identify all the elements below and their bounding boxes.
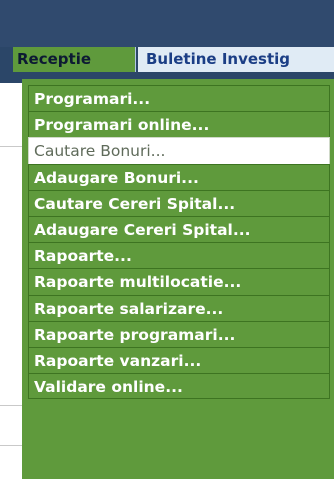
menu-item-cautare-bonuri[interactable]: Cautare Bonuri... [28, 137, 330, 164]
menu-buletine-investigatii[interactable]: Buletine Investig [138, 47, 334, 72]
background-divider [0, 405, 22, 406]
menu-receptie[interactable]: Receptie [13, 47, 136, 72]
menu-item-cautare-cereri-spital[interactable]: Cautare Cereri Spital... [28, 189, 330, 216]
menu-item-rapoarte-programari[interactable]: Rapoarte programari... [28, 320, 330, 347]
app-window: Receptie Buletine Investig Programari...… [0, 0, 334, 479]
menu-item-rapoarte-multilocatie[interactable]: Rapoarte multilocatie... [28, 268, 330, 295]
menu-item-rapoarte[interactable]: Rapoarte... [28, 242, 330, 269]
app-header-band [0, 0, 334, 47]
menu-item-programari[interactable]: Programari... [28, 85, 330, 112]
receptie-dropdown-menu: Programari... Programari online... Cauta… [22, 79, 334, 479]
menu-item-rapoarte-vanzari[interactable]: Rapoarte vanzari... [28, 346, 330, 374]
menu-item-programari-online[interactable]: Programari online... [28, 111, 330, 138]
background-divider [0, 445, 22, 446]
menu-item-adaugare-cereri-spital[interactable]: Adaugare Cereri Spital... [28, 215, 330, 243]
menu-item-rapoarte-salarizare[interactable]: Rapoarte salarizare... [28, 294, 330, 321]
menu-item-adaugare-bonuri[interactable]: Adaugare Bonuri... [28, 163, 330, 190]
background-divider [0, 146, 22, 147]
menu-item-validare-online[interactable]: Validare online... [28, 373, 330, 400]
